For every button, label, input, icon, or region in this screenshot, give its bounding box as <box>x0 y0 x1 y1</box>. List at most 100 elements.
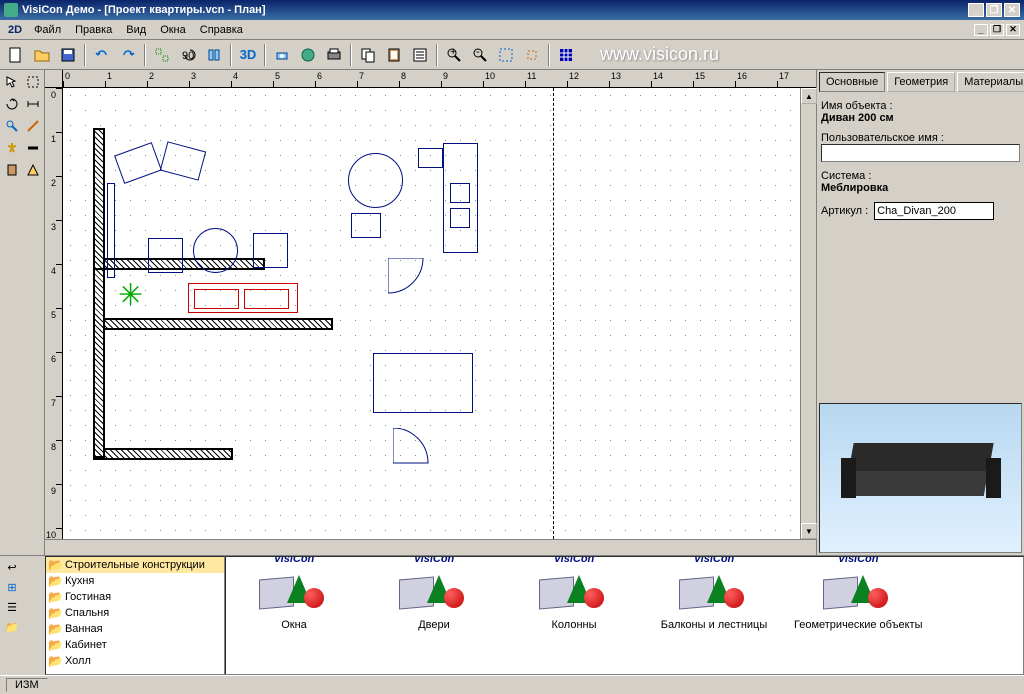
folder-icon: 📂 <box>48 654 63 668</box>
selected-sofa[interactable] <box>188 283 298 313</box>
mirror-button[interactable] <box>202 43 226 67</box>
ruler-vertical: 012345678910 <box>45 88 63 539</box>
main-area: 01234567891011121314151617 012345678910 <box>0 70 1024 555</box>
tree-item[interactable]: 📂Спальня <box>46 605 224 621</box>
ruler-v-label: 4 <box>51 266 56 276</box>
zoom-sel-button[interactable] <box>520 43 544 67</box>
mode-2d-label: 2D <box>4 24 26 36</box>
tab-materials[interactable]: Материалы <box>957 72 1024 92</box>
child-maximize-button[interactable]: ❐ <box>990 24 1004 36</box>
child-minimize-button[interactable]: _ <box>974 24 988 36</box>
save-button[interactable] <box>56 43 80 67</box>
dimension-tool[interactable] <box>23 94 42 114</box>
zoom-in-button[interactable]: + <box>442 43 466 67</box>
zoom-tool[interactable] <box>2 116 21 136</box>
catalog-item-label: Окна <box>281 619 307 631</box>
copy-button[interactable] <box>356 43 380 67</box>
ruler-h-label: 12 <box>569 71 579 81</box>
catalog-panel: ↩ ⊞ ☰ 📁 📂Строительные конструкции📂Кухня📂… <box>0 555 1024 675</box>
catalog-tree-button[interactable]: ⊞ <box>2 578 22 596</box>
close-button[interactable]: ✕ <box>1004 3 1020 17</box>
grid-button[interactable] <box>554 43 578 67</box>
window-controls: _ ❐ ✕ <box>968 3 1020 17</box>
ruler-h-label: 7 <box>359 71 364 81</box>
pan-tool[interactable] <box>2 138 21 158</box>
pointer-tool[interactable] <box>2 72 21 92</box>
scrollbar-horizontal[interactable] <box>45 539 816 555</box>
ruler-v-label: 1 <box>51 134 56 144</box>
list-button[interactable] <box>408 43 432 67</box>
catalog-folder-button[interactable]: 📁 <box>2 618 22 636</box>
scroll-down-button[interactable]: ▼ <box>801 523 817 539</box>
ruler-h-label: 11 <box>527 71 536 81</box>
tree-item[interactable]: 📂Гостиная <box>46 589 224 605</box>
tree-item[interactable]: 📂Кухня <box>46 573 224 589</box>
rotate-button[interactable]: 90 <box>176 43 200 67</box>
canvas-area: 01234567891011121314151617 012345678910 <box>45 70 816 555</box>
menu-edit[interactable]: Правка <box>69 22 118 38</box>
select-rect-tool[interactable] <box>23 72 42 92</box>
catalog-item[interactable]: VisiConОкна <box>234 565 354 666</box>
menu-file[interactable]: Файл <box>28 22 67 38</box>
catalog-item[interactable]: VisiConДвери <box>374 565 494 666</box>
ruler-v-label: 2 <box>51 178 56 188</box>
undo-button[interactable] <box>90 43 114 67</box>
user-name-label: Пользовательское имя : <box>821 132 1020 144</box>
wall-tool[interactable] <box>23 138 42 158</box>
catalog-back-button[interactable]: ↩ <box>2 558 22 576</box>
triangle-tool[interactable] <box>23 160 42 180</box>
tree-item[interactable]: 📂Ванная <box>46 621 224 637</box>
scroll-up-button[interactable]: ▲ <box>801 88 817 104</box>
catalog-item[interactable]: VisiConКолонны <box>514 565 634 666</box>
catalog-tree[interactable]: 📂Строительные конструкции📂Кухня📂Гостиная… <box>45 556 225 675</box>
object-name-label: Имя объекта : <box>821 100 1020 112</box>
folder-icon: 📂 <box>48 558 63 572</box>
catalog-brand-label: VisiCon <box>679 556 749 565</box>
new-button[interactable] <box>4 43 28 67</box>
export-button[interactable] <box>296 43 320 67</box>
user-name-input[interactable] <box>821 144 1020 162</box>
minimize-button[interactable]: _ <box>968 3 984 17</box>
ruler-v-label: 6 <box>51 354 56 364</box>
catalog-item[interactable]: VisiConГеометрические объекты <box>794 565 922 666</box>
menu-windows[interactable]: Окна <box>154 22 192 38</box>
folder-icon: 📂 <box>48 590 63 604</box>
left-toolbar <box>0 70 45 555</box>
open-button[interactable] <box>30 43 54 67</box>
system-value: Меблировка <box>821 182 1020 194</box>
child-window-controls: _ ❐ ✕ <box>974 24 1020 36</box>
redo-button[interactable] <box>116 43 140 67</box>
level-button[interactable] <box>270 43 294 67</box>
drawing-canvas[interactable] <box>63 88 800 539</box>
tab-geometry[interactable]: Геометрия <box>887 72 955 92</box>
measure-tool[interactable] <box>23 116 42 136</box>
svg-text:90: 90 <box>182 50 194 62</box>
print-button[interactable] <box>322 43 346 67</box>
ruler-h-label: 14 <box>653 71 663 81</box>
catalog-list-button[interactable]: ☰ <box>2 598 22 616</box>
paste-button[interactable] <box>382 43 406 67</box>
article-label: Артикул : <box>821 205 868 217</box>
zoom-fit-button[interactable] <box>494 43 518 67</box>
svg-text:-: - <box>476 47 480 58</box>
3d-button[interactable]: 3D <box>236 43 260 67</box>
maximize-button[interactable]: ❐ <box>986 3 1002 17</box>
scrollbar-vertical[interactable]: ▲ ▼ <box>800 88 816 539</box>
tree-item[interactable]: 📂Холл <box>46 653 224 669</box>
tree-item[interactable]: 📂Строительные конструкции <box>46 557 224 573</box>
group-button[interactable] <box>150 43 174 67</box>
plant-icon <box>118 283 148 313</box>
tree-item-label: Строительные конструкции <box>65 559 205 571</box>
rotate-tool[interactable] <box>2 94 21 114</box>
menu-help[interactable]: Справка <box>194 22 249 38</box>
catalog-item[interactable]: VisiConБалконы и лестницы <box>654 565 774 666</box>
menu-view[interactable]: Вид <box>120 22 152 38</box>
folder-icon: 📂 <box>48 606 63 620</box>
child-close-button[interactable]: ✕ <box>1006 24 1020 36</box>
tree-item[interactable]: 📂Кабинет <box>46 637 224 653</box>
tree-item-label: Ванная <box>65 623 103 635</box>
zoom-out-button[interactable]: - <box>468 43 492 67</box>
article-input[interactable] <box>874 202 994 220</box>
door-tool[interactable] <box>2 160 21 180</box>
tab-main[interactable]: Основные <box>819 72 885 92</box>
